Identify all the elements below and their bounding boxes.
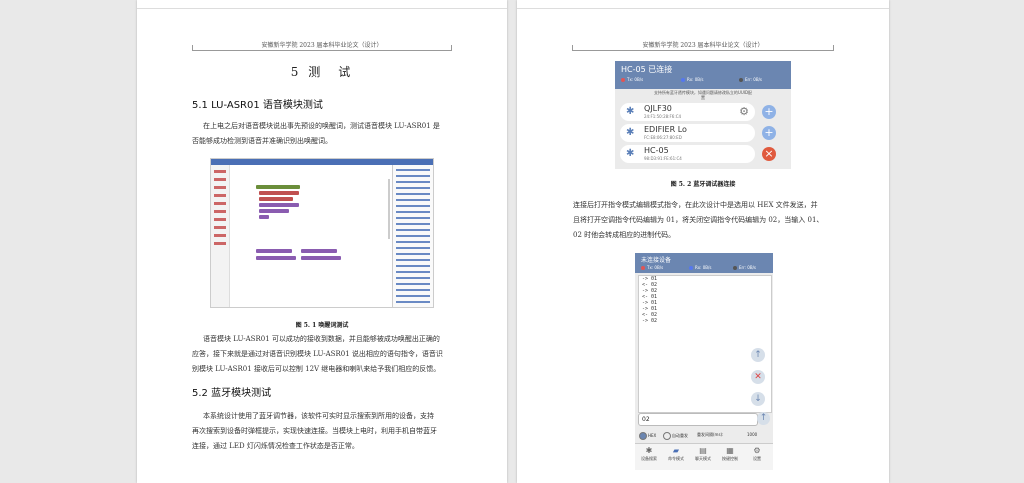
radio-checked-icon [639,432,647,440]
paragraph-r1-line-1: 连接后打开指令模式编辑模式指令，在此次设计中是选用以 HEX 文件发送，并 [573,201,818,209]
phone2-title-bar: 未连接设备 Tx: 0B/s Rx: 0B/s Err: 0B/s [635,253,773,273]
figure-1-caption: 图 5. 1 唤醒词测试 [295,322,349,329]
document-page-left: 安徽新华学院 2023 届本科毕业论文（设计） 5 测 试 5.1 LU-ASR… [137,0,507,483]
ide-block [259,215,269,219]
resend-interval-label: 重发间隔(ms): [697,432,724,437]
figure-ide-screenshot [210,158,434,308]
header-rule [192,45,452,51]
phone2-rx-status: Rx: 0B/s [689,265,712,270]
add-device-button[interactable]: + [762,105,776,119]
err-dot-icon [733,266,737,270]
ide-block [301,249,337,253]
device-item-qjlf30[interactable]: ✱ QJLF30 24:F1:50:28:F6:C4 ⚙ [620,103,755,121]
keypad-icon: ▦ [726,446,734,455]
disconnect-device-button[interactable]: × [762,147,776,161]
auto-resend-option[interactable]: 自动重发 [663,432,688,440]
figure-bluetooth-terminal-screenshot: 未连接设备 Tx: 0B/s Rx: 0B/s Err: 0B/s -> 01 … [635,253,773,470]
nav-device-search[interactable]: ✱ 设备搜索 [638,446,660,462]
phone1-hint: 支持所有蓝牙透传模块，如遇问题请修改私立的UUID配置 [653,90,753,100]
tx-dot-icon [641,266,645,270]
figure-2-caption: 图 5. 2 蓝牙调试器连接 [670,181,736,188]
message-log[interactable]: -> 01 <- 02 -> 02 <- 01 -> 01 -> 01 <- 0… [638,275,772,413]
device-mac: FC:E8:06:27:80:ED [644,135,682,140]
paragraph-2-line-1: 语音模块 LU-ASR01 可以成功的接收到数据，并且能够被成功唤醒出正确的 [203,335,440,343]
ide-block [256,185,300,189]
scroll-bottom-button[interactable]: ↓ [751,392,765,406]
paragraph-2-line-3: 别模块 LU-ASR01 接收后可以控制 12V 继电器和喇叭来给予我们相应的反… [192,365,441,373]
err-dot-icon [739,78,743,82]
radio-icon [663,432,671,440]
bluetooth-icon: ✱ [626,148,635,159]
add-device-button[interactable]: + [762,126,776,140]
gear-icon[interactable]: ⚙ [739,105,749,118]
clear-log-button[interactable]: ✕ [751,370,765,384]
nav-key-control[interactable]: ▦ 按键控制 [719,446,741,462]
ide-block [301,256,341,260]
phone1-title: HC-05 已连接 [621,65,673,74]
ide-block [259,203,299,207]
ide-block [259,197,293,201]
gear-icon: ⚙ [753,446,761,455]
document-icon: ▤ [699,446,707,455]
device-item-hc05[interactable]: ✱ HC-05 98:D3:91:FE:61:C4 [620,145,755,163]
phone1-rx-status: Rx: 0B/s [681,77,704,82]
bottom-nav: ✱ 设备搜索 ▰ 命令模式 ▤ 聊天模式 ▦ 按键控制 ⚙ 设置 [635,443,773,470]
device-name: HC-05 [644,146,669,155]
nav-command-mode[interactable]: ▰ 命令模式 [665,446,687,462]
paragraph-1-line-1: 在上电之后对语音模块说出事先预设的唤醒词，测试语音模块 LU-ASR01 是 [203,122,440,130]
section-title-5-2: 5.2 蓝牙模块测试 [192,388,272,399]
nav-chat-mode[interactable]: ▤ 聊天模式 [692,446,714,462]
chapter-title: 5 测 试 [290,65,354,79]
ide-block-palette [211,165,230,307]
phone2-title: 未连接设备 [641,257,672,264]
tx-dot-icon [621,78,625,82]
bluetooth-icon: ✱ [626,106,635,117]
page-top-edge [517,8,889,9]
document-page-right: 安徽新华学院 2023 届本科毕业论文（设计） HC-05 已连接 Tx: 0B… [517,0,889,483]
device-item-edifier[interactable]: ✱ EDIFIER Lo FC:E8:06:27:80:ED [620,124,755,142]
send-input[interactable]: 02 [638,413,758,426]
phone1-tx-status: Tx: 0B/s [621,77,643,82]
send-button[interactable]: ↑ [757,412,770,425]
paragraph-3-line-3: 连接，通过 LED 灯闪烁情况检查工作状态是否正常。 [192,442,359,450]
paragraph-r1-line-3: 02 时他会转成相应的进制代码。 [573,231,676,239]
paragraph-3-line-2: 再次搜索到设备时弹框提示，实现快速连接。当模块上电时，利用手机自带蓝牙 [192,427,437,435]
ide-block [259,209,289,213]
ide-block [256,249,292,253]
ide-code-panel [392,165,433,307]
phone1-err-status: Err: 0B/s [739,77,762,82]
figure-bluetooth-connected-screenshot: HC-05 已连接 Tx: 0B/s Rx: 0B/s Err: 0B/s 支持… [615,61,791,169]
ide-block [256,256,296,260]
section-title-5-1: 5.1 LU-ASR01 语音模块测试 [192,100,323,111]
device-mac: 98:D3:91:FE:61:C4 [644,156,682,161]
nav-settings[interactable]: ⚙ 设置 [746,446,768,462]
device-mac: 24:F1:50:28:F6:C4 [644,114,682,119]
phone2-tx-status: Tx: 0B/s [641,265,663,270]
device-name: EDIFIER Lo [644,125,687,134]
header-rule [572,45,834,51]
ide-block [259,191,299,195]
bluetooth-icon: ✱ [626,127,635,138]
hex-option[interactable]: HEX [639,432,656,440]
phone1-title-bar: HC-05 已连接 Tx: 0B/s Rx: 0B/s Err: 0B/s [615,61,791,89]
phone2-err-status: Err: 0B/s [733,265,756,270]
paragraph-1-line-2: 否能够成功检测到语音并准确识别出唤醒词。 [192,137,332,145]
paragraph-2-line-2: 应答，接下来就是通过对语音识别模块 LU-ASR01 说出相应的语句指令，语音识 [192,350,443,358]
chat-icon: ▰ [672,446,680,455]
ide-scrollbar[interactable] [388,179,390,239]
log-line: -> 02 [642,318,658,324]
device-name: QJLF30 [644,104,672,113]
bluetooth-icon: ✱ [645,446,653,455]
page-top-edge [137,8,507,9]
resend-interval-value[interactable]: 1000 [747,432,757,437]
scroll-top-button[interactable]: ↑ [751,348,765,362]
rx-dot-icon [681,78,685,82]
paragraph-3-line-1: 本系统设计使用了蓝牙调节器，该软件可实时显示搜索到所用的设备，支持 [203,412,434,420]
paragraph-r1-line-2: 且将打开空调指令代码编辑为 01，将关闭空调指令代码编辑为 02，当输入 01、 [573,216,824,224]
rx-dot-icon [689,266,693,270]
